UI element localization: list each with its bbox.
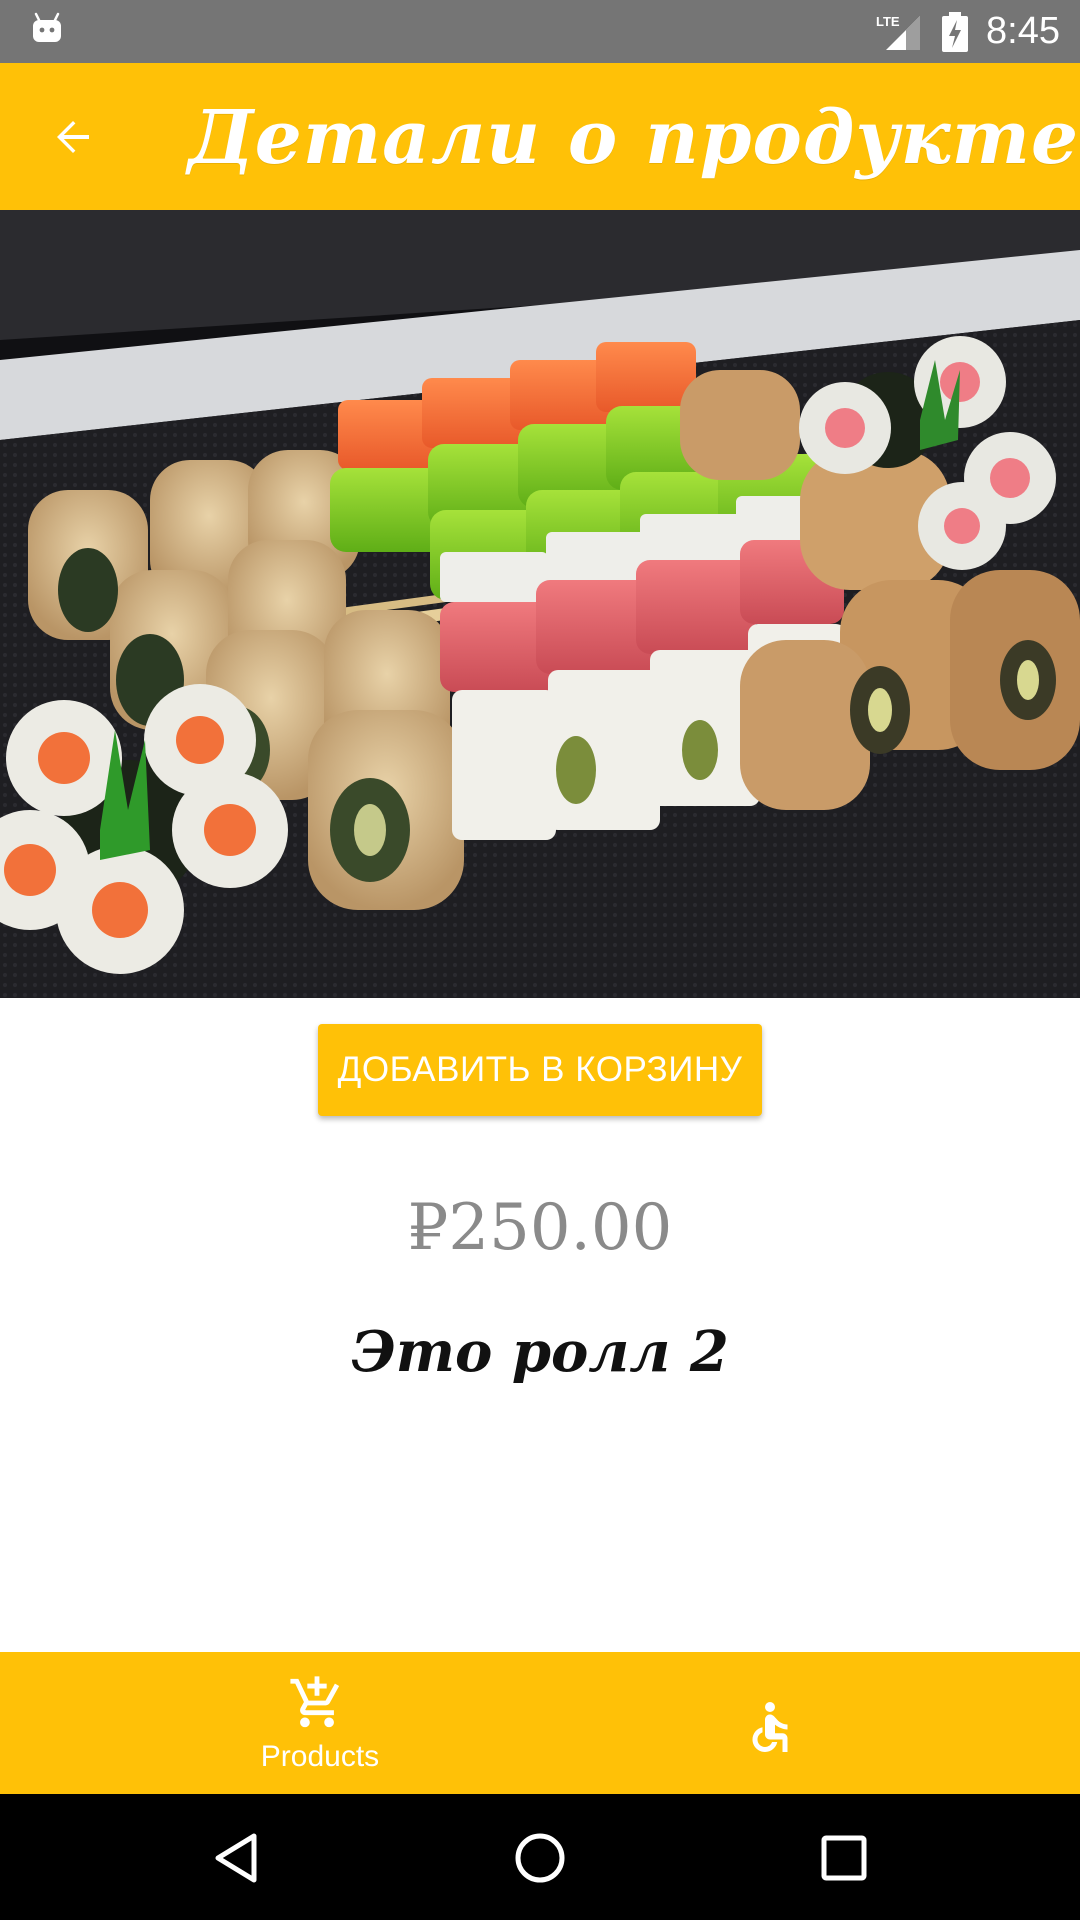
system-navigation-bar (0, 1794, 1080, 1920)
accessible-icon (752, 1702, 788, 1752)
battery-charging-icon (942, 12, 968, 52)
product-name: Это ролл 2 (351, 1319, 729, 1385)
page-title: Детали о продукте (188, 95, 1080, 181)
app-toolbar: Детали о продукте (0, 63, 1080, 210)
svg-text:LTE: LTE (876, 14, 900, 29)
lte-signal-icon: LTE (876, 14, 920, 50)
product-price: ₽250.00 (407, 1191, 673, 1265)
sushi-illustration (0, 210, 1080, 998)
status-bar: LTE 8:45 (0, 0, 1080, 63)
add-shopping-cart-icon (290, 1676, 340, 1728)
arrow-back-icon (57, 121, 89, 153)
back-triangle-icon[interactable] (208, 1828, 268, 1888)
nav-item-accessibility[interactable] (540, 1652, 1080, 1794)
bottom-navigation: Products (0, 1652, 1080, 1794)
back-button[interactable] (36, 100, 110, 174)
product-details-screen: LTE 8:45 Детали о продукте ДОБАВИТЬ В КО… (0, 0, 1080, 1920)
add-to-cart-button[interactable]: ДОБАВИТЬ В КОРЗИНУ (318, 1024, 762, 1116)
status-clock: 8:45 (986, 10, 1060, 52)
home-circle-icon[interactable] (510, 1828, 570, 1888)
nav-item-products[interactable]: Products (0, 1652, 540, 1794)
product-image (0, 210, 1080, 998)
recents-square-icon[interactable] (814, 1828, 874, 1888)
android-icon (33, 12, 61, 42)
